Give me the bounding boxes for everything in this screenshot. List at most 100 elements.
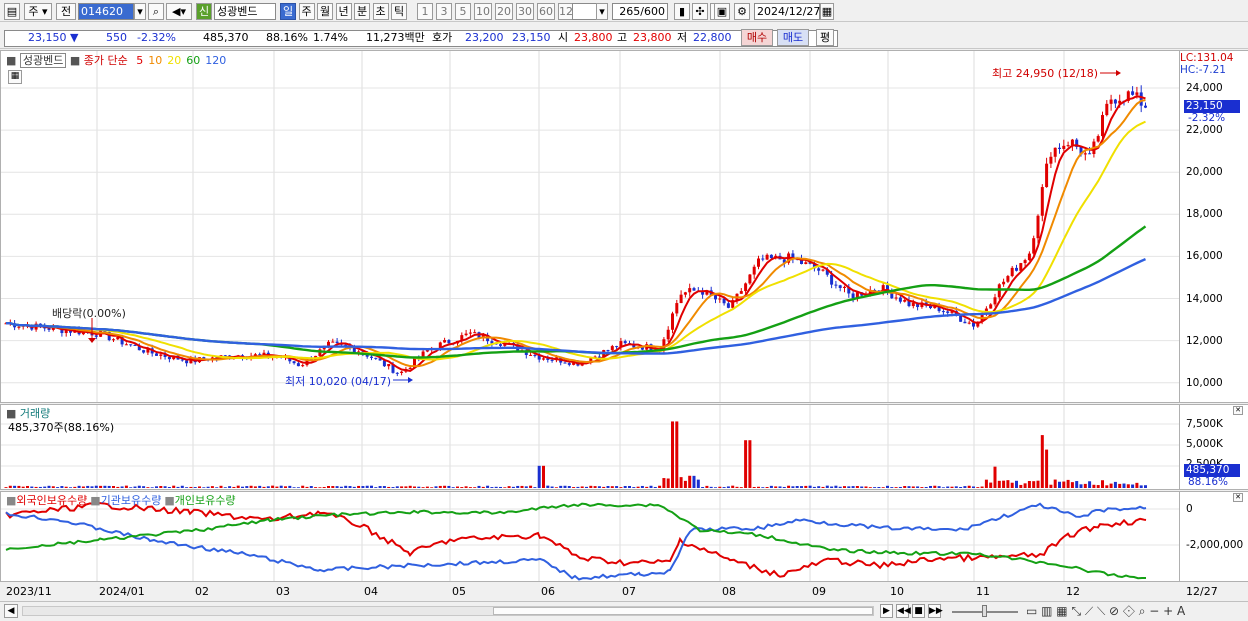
volume-bar bbox=[288, 485, 292, 488]
candle-body bbox=[1109, 99, 1113, 104]
volume-bar bbox=[327, 486, 330, 488]
volume-bar bbox=[30, 486, 34, 488]
close-icon[interactable]: ✕ bbox=[1233, 493, 1243, 502]
scroll-left-icon[interactable]: ◀ bbox=[4, 604, 18, 618]
candle-body bbox=[47, 328, 51, 330]
individual-holdings-line bbox=[5, 502, 1147, 580]
volume-bar bbox=[1066, 479, 1070, 488]
volume-bar bbox=[795, 486, 799, 488]
volume-bar bbox=[739, 487, 743, 488]
bottom-bar: ◀ ▶ ◀◀ ■ ▶▶ ▭ ▥ ▦ ⤡ ⟋ ⟍ ⊘ ⟐ ⌕ − + A bbox=[0, 601, 1248, 621]
volume-bar bbox=[43, 486, 47, 488]
scrollbar-thumb[interactable] bbox=[493, 607, 873, 615]
grid-toggle-icon[interactable]: ▦ bbox=[8, 70, 22, 84]
price-legend: ■ 성광벤드 ■ 종가 단순 5 10 20 60 120 bbox=[6, 52, 226, 68]
volume-bar bbox=[150, 487, 154, 488]
volume-bar bbox=[911, 486, 915, 488]
candle-body bbox=[1049, 156, 1053, 164]
volume-bar bbox=[830, 486, 834, 488]
volume-bar bbox=[855, 486, 859, 488]
volume-bar bbox=[249, 485, 253, 488]
candle-body bbox=[112, 339, 115, 341]
scrollbar-track[interactable] bbox=[22, 606, 874, 616]
volume-bar bbox=[352, 486, 356, 488]
holdings-legend-item[interactable]: 개인보유수량 bbox=[175, 494, 236, 507]
rewind-icon[interactable]: ◀◀ bbox=[896, 604, 911, 618]
volume-bar bbox=[365, 485, 369, 488]
candle-body bbox=[408, 367, 412, 370]
drawing-tools-icons[interactable]: ▭ ▥ ▦ ⤡ ⟋ ⟍ ⊘ ⟐ ⌕ − + A bbox=[1026, 604, 1185, 618]
volume-bar bbox=[808, 485, 812, 488]
volume-bar bbox=[64, 486, 68, 488]
volume-bar bbox=[275, 486, 279, 488]
volume-bar bbox=[1144, 485, 1147, 488]
x-axis-tick: 2023/11 bbox=[6, 585, 52, 598]
volume-bar bbox=[137, 485, 141, 488]
volume-bar bbox=[589, 485, 593, 488]
candle-body bbox=[804, 262, 808, 265]
volume-bar bbox=[653, 486, 657, 488]
stop-icon[interactable]: ■ bbox=[912, 604, 925, 618]
volume-bar bbox=[645, 486, 649, 488]
volume-bar bbox=[1027, 480, 1031, 488]
volume-bar bbox=[271, 485, 275, 488]
volume-bar bbox=[318, 487, 322, 488]
candle-body bbox=[1105, 103, 1109, 116]
volume-bar bbox=[296, 487, 300, 488]
stock-name-tag[interactable]: 성광벤드 bbox=[19, 53, 67, 68]
scroll-right-icon[interactable]: ▶ bbox=[880, 604, 893, 618]
volume-bar bbox=[610, 486, 614, 488]
volume-bar bbox=[877, 487, 881, 488]
ma-period-label[interactable]: 60 bbox=[186, 54, 200, 67]
candle-body bbox=[898, 297, 902, 302]
volume-bar bbox=[499, 486, 502, 488]
zoom-slider-thumb[interactable] bbox=[982, 605, 987, 617]
volume-bar bbox=[916, 486, 920, 488]
volume-bar bbox=[1096, 485, 1100, 488]
volume-bar bbox=[542, 465, 545, 488]
volume-bar bbox=[941, 487, 945, 488]
candle-body bbox=[159, 354, 163, 356]
close-icon[interactable]: ✕ bbox=[1233, 406, 1243, 415]
volume-bar bbox=[782, 486, 786, 488]
ma-label[interactable]: 종가 단순 bbox=[84, 54, 128, 67]
lc-label: LC:131.04 bbox=[1180, 52, 1234, 64]
candle-body bbox=[911, 302, 915, 307]
ma-period-label[interactable]: 120 bbox=[205, 54, 226, 67]
ma-period-label[interactable]: 20 bbox=[167, 54, 181, 67]
candle-body bbox=[748, 274, 752, 284]
max-arrow-head bbox=[1116, 70, 1121, 76]
volume-bar bbox=[176, 486, 180, 488]
candle-body bbox=[382, 360, 386, 367]
ma-period-label[interactable]: 5 bbox=[136, 54, 143, 67]
volume-bar bbox=[959, 486, 963, 488]
holdings-legend-item[interactable]: 기관보유수량 bbox=[101, 494, 162, 507]
volume-bar bbox=[26, 485, 29, 488]
ma-period-label[interactable]: 10 bbox=[148, 54, 162, 67]
candle-body bbox=[675, 303, 679, 314]
candle-body bbox=[623, 341, 627, 344]
volume-bar bbox=[533, 487, 537, 488]
candle-body bbox=[395, 372, 399, 374]
volume-bar bbox=[103, 485, 107, 488]
volume-bar bbox=[232, 486, 236, 488]
moving-average-line bbox=[5, 258, 1146, 355]
volume-bar bbox=[894, 487, 898, 488]
volume-bar bbox=[1015, 480, 1018, 488]
holdings-legend-item[interactable]: 외국인보유수량 bbox=[16, 494, 87, 507]
volume-bar bbox=[335, 486, 339, 488]
volume-bar bbox=[636, 486, 640, 488]
volume-y-tick: 7,500K bbox=[1186, 418, 1223, 430]
candle-body bbox=[671, 313, 674, 330]
volume-bar bbox=[761, 487, 765, 488]
fast-forward-icon[interactable]: ▶▶ bbox=[928, 604, 943, 618]
volume-bar bbox=[438, 485, 442, 488]
candle-body bbox=[1139, 92, 1143, 106]
volume-bar bbox=[451, 487, 455, 488]
volume-bar bbox=[266, 486, 270, 488]
volume-bar bbox=[1135, 482, 1139, 488]
volume-bar bbox=[81, 486, 85, 488]
volume-bar bbox=[77, 485, 81, 488]
x-axis-tick: 02 bbox=[195, 585, 209, 598]
volume-bar bbox=[666, 478, 670, 488]
